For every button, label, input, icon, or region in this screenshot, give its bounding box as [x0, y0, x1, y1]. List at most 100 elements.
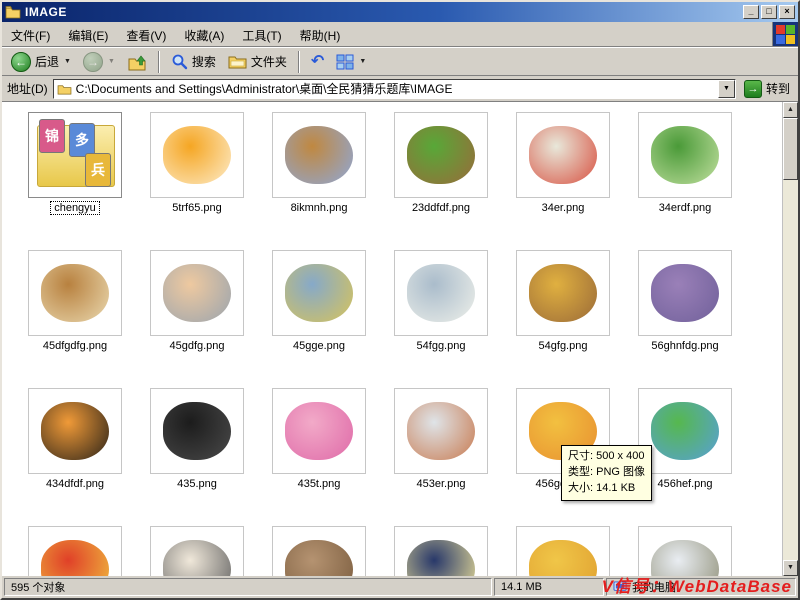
close-button[interactable]: × [779, 5, 795, 19]
file-item[interactable]: 34erdf.png [624, 112, 746, 244]
file-name: 23ddfdf.png [411, 202, 471, 214]
scroll-down-button[interactable]: ▼ [783, 560, 798, 576]
file-item[interactable]: 23ddfdf.png [380, 112, 502, 244]
tooltip-dimensions: 尺寸: 500 x 400 [568, 450, 645, 462]
file-item[interactable]: 锦多兵 chengyu [14, 112, 136, 244]
file-item[interactable]: 45gge.png [258, 250, 380, 382]
status-total-size: 14.1 MB [494, 578, 604, 596]
file-thumbnail[interactable] [150, 250, 244, 336]
file-thumbnail[interactable] [516, 112, 610, 198]
file-name: 45gdfg.png [169, 340, 225, 352]
back-button[interactable]: ← 后退 ▼ [6, 49, 76, 75]
search-icon [172, 54, 188, 70]
file-thumbnail[interactable] [516, 250, 610, 336]
go-button[interactable]: → 转到 [741, 79, 793, 99]
file-item[interactable] [258, 526, 380, 576]
forward-button[interactable]: → ▼ [78, 49, 120, 75]
file-item[interactable]: 45dfgdfg.png [14, 250, 136, 382]
file-item[interactable] [136, 526, 258, 576]
monk-thumbnail-art [163, 264, 231, 322]
file-item[interactable]: 8ikmnh.png [258, 112, 380, 244]
my-computer-icon [613, 580, 627, 593]
file-info-tooltip: 尺寸: 500 x 400 类型: PNG 图像 大小: 14.1 KB [561, 445, 653, 501]
up-button[interactable] [122, 50, 152, 74]
file-item[interactable] [624, 526, 746, 576]
file-thumbnail[interactable] [150, 112, 244, 198]
menu-help[interactable]: 帮助(H) [291, 22, 350, 46]
file-thumbnail[interactable] [394, 526, 488, 576]
idiom-tile: 锦 [39, 119, 65, 153]
file-item[interactable]: 435t.png [258, 388, 380, 520]
file-item[interactable]: 453er.png [380, 388, 502, 520]
file-item[interactable]: 34er.png [502, 112, 624, 244]
file-thumbnail[interactable] [28, 250, 122, 336]
views-icon [336, 54, 354, 69]
file-thumbnail[interactable] [394, 388, 488, 474]
file-item[interactable]: 5trf65.png [136, 112, 258, 244]
plane-lantern-thumbnail-art [651, 540, 719, 576]
file-thumbnail[interactable] [516, 526, 610, 576]
file-item[interactable] [14, 526, 136, 576]
menu-view[interactable]: 查看(V) [117, 22, 175, 46]
umbrella-rain-thumbnail-art [407, 264, 475, 322]
file-item[interactable] [502, 526, 624, 576]
address-dropdown-button[interactable]: ▼ [717, 79, 735, 98]
file-name: 453er.png [416, 478, 466, 490]
file-thumbnail[interactable] [272, 526, 366, 576]
file-item[interactable] [380, 526, 502, 576]
pink-mirror-thumbnail-art [285, 402, 353, 460]
maximize-button[interactable]: □ [761, 5, 777, 19]
file-thumbnail[interactable] [272, 250, 366, 336]
file-thumbnail[interactable] [638, 388, 732, 474]
black-bull-thumbnail-art [163, 402, 231, 460]
vertical-scrollbar[interactable]: ▲ ▼ [782, 102, 798, 576]
views-button[interactable]: ▼ [331, 51, 371, 73]
file-item[interactable]: 54fgg.png [380, 250, 502, 382]
menu-edit[interactable]: 编辑(E) [59, 22, 117, 46]
menu-tools[interactable]: 工具(T) [233, 22, 290, 46]
menu-file[interactable]: 文件(F) [2, 22, 59, 46]
file-thumbnail[interactable] [28, 526, 122, 576]
folder-icon [5, 6, 21, 19]
scrollbar-thumb[interactable] [783, 118, 798, 180]
file-item[interactable]: 45gdfg.png [136, 250, 258, 382]
straw-hut-thumbnail-art [285, 540, 353, 576]
scroll-up-button[interactable]: ▲ [783, 102, 798, 118]
file-thumbnail[interactable] [394, 112, 488, 198]
address-path[interactable]: C:\Documents and Settings\Administrator\… [76, 80, 718, 97]
file-name: 34erdf.png [658, 202, 712, 214]
views-dropdown-icon[interactable]: ▼ [359, 58, 366, 65]
menu-favorites[interactable]: 收藏(A) [175, 22, 233, 46]
file-item[interactable]: 56ghnfdg.png [624, 250, 746, 382]
minimize-button[interactable]: _ [743, 5, 759, 19]
file-thumbnail[interactable] [150, 388, 244, 474]
file-item[interactable]: 435.png [136, 388, 258, 520]
firecrackers-thumbnail-art [41, 540, 109, 576]
file-thumbnail[interactable] [272, 388, 366, 474]
file-thumbnail[interactable]: 锦多兵 [28, 112, 122, 198]
file-item[interactable]: 54gfg.png [502, 250, 624, 382]
file-thumbnail[interactable] [272, 112, 366, 198]
search-button[interactable]: 搜索 [166, 50, 221, 73]
file-name: 435t.png [297, 478, 341, 490]
file-item[interactable]: 434dfdf.png [14, 388, 136, 520]
forward-dropdown-icon: ▼ [107, 58, 115, 65]
address-input[interactable]: C:\Documents and Settings\Administrator\… [52, 78, 736, 99]
menu-bar: 文件(F) 编辑(E) 查看(V) 收藏(A) 工具(T) 帮助(H) [2, 22, 798, 47]
file-thumbnail[interactable] [638, 526, 732, 576]
file-name: 56ghnfdg.png [651, 340, 719, 352]
tiger-thumbnail-art [41, 402, 109, 460]
folders-button[interactable]: 文件夹 [223, 50, 292, 73]
file-thumbnail[interactable] [150, 526, 244, 576]
file-thumbnail[interactable] [638, 250, 732, 336]
undo-button[interactable]: ↶ [306, 51, 329, 73]
file-thumbnail[interactable] [394, 250, 488, 336]
file-thumbnail[interactable] [28, 388, 122, 474]
file-name: 8ikmnh.png [290, 202, 348, 214]
file-grid: 锦多兵 chengyu 5trf65.png 8ikmnh.png 23ddfdf.pn… [2, 102, 782, 576]
title-bar[interactable]: IMAGE _ □ × [2, 2, 798, 22]
scrollbar-track[interactable] [783, 118, 798, 560]
file-thumbnail[interactable] [638, 112, 732, 198]
robed-elder-thumbnail-art [651, 264, 719, 322]
back-dropdown-icon[interactable]: ▼ [64, 58, 71, 65]
